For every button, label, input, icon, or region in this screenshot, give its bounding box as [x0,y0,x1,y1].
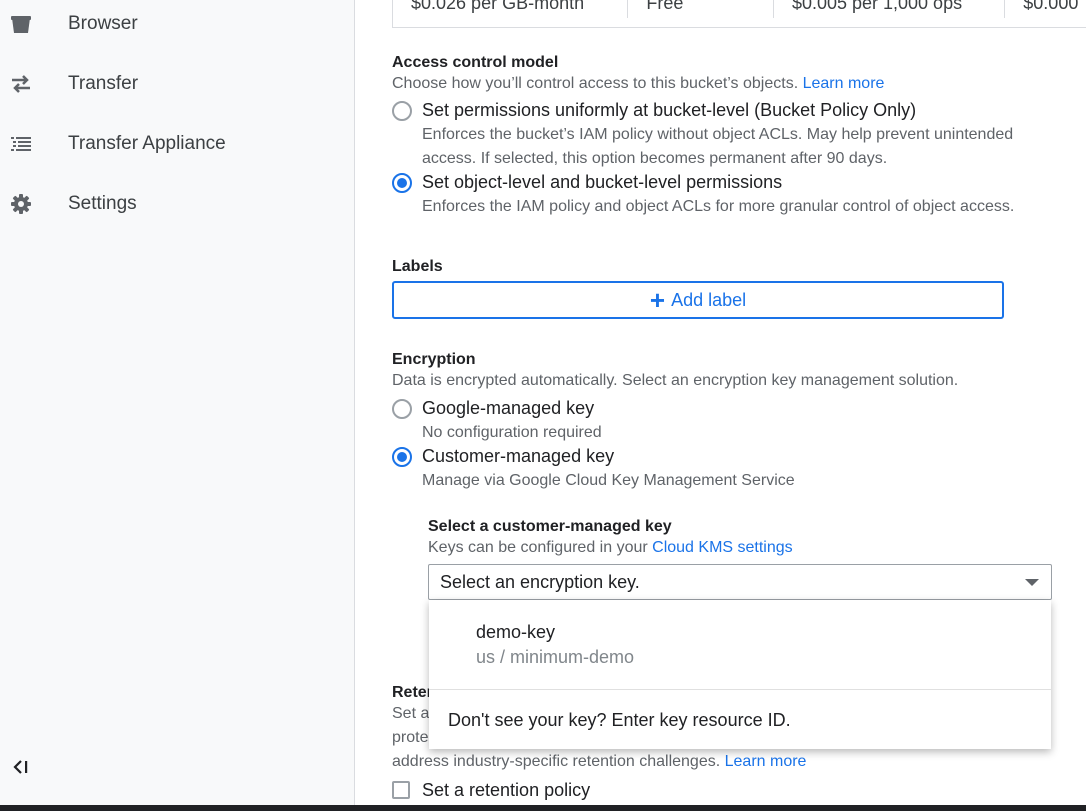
enter-key-resource-id-option[interactable]: Don't see your key? Enter key resource I… [448,710,791,731]
encryption-key-select[interactable]: Select an encryption key. [428,564,1052,600]
retention-description-line: Set a [392,705,430,722]
option-customer-managed-key-label[interactable]: Customer-managed key [422,446,614,467]
option-object-and-bucket-level-label[interactable]: Set object-level and bucket-level permis… [422,172,782,193]
option-object-and-bucket-level-description: Enforces the IAM policy and object ACLs … [422,198,1015,215]
cmk-description: Keys can be configured in your Cloud KMS… [428,539,793,556]
gear-icon [10,193,32,215]
encryption-description: Data is encrypted automatically. Select … [392,372,959,389]
sidebar-item-settings[interactable]: Settings [0,174,355,234]
option-bucket-policy-only-description: Enforces the bucket’s IAM policy without… [422,126,1014,167]
sidebar-item-label: Browser [68,13,138,34]
dropdown-option-demo-key[interactable]: demo-key us / minimum-demo [429,600,1051,690]
access-control-title: Access control model [392,54,559,71]
option-google-managed-key-description: No configuration required [422,424,602,441]
encryption-title: Encryption [392,351,476,368]
sidebar-item-transfer-appliance[interactable]: Transfer Appliance [0,114,355,174]
option-google-managed-key-label[interactable]: Google-managed key [422,398,594,419]
radio-bucket-policy-only[interactable] [392,101,412,121]
retention-learn-more-link[interactable]: Learn more [725,753,807,770]
list-icon [10,133,32,155]
retention-policy-label[interactable]: Set a retention policy [422,780,590,801]
dropdown-option-location: us / minimum-demo [476,647,635,667]
retention-title: Reter [392,684,433,701]
pricing-cell: $0.026 per GB-month [393,0,629,18]
labels-title: Labels [392,258,443,275]
sidebar-item-label: Transfer Appliance [68,133,226,154]
transfer-arrows-icon [10,73,32,95]
cloud-kms-settings-link[interactable]: Cloud KMS settings [652,539,793,556]
retention-policy-checkbox[interactable] [392,781,410,799]
retention-description: address industry-specific retention chal… [392,753,807,770]
pricing-cell: $0.000 [1023,0,1079,13]
access-control-description: Choose how you’ll control access to this… [392,75,885,92]
cmk-title: Select a customer-managed key [428,518,672,535]
caret-down-icon [1025,579,1039,586]
option-customer-managed-key-description: Manage via Google Cloud Key Management S… [422,472,795,489]
bottom-bar [0,805,1086,811]
option-bucket-policy-only-label[interactable]: Set permissions uniformly at bucket-leve… [422,100,916,121]
sidebar-item-label: Settings [68,193,137,214]
dropdown-option-name: demo-key [476,622,556,642]
encryption-key-dropdown: demo-key us / minimum-demo Don't see you… [429,600,1051,749]
add-label-button[interactable]: + Add label [392,281,1004,319]
add-label-button-text: Add label [671,289,747,310]
plus-icon: + [649,285,666,315]
access-control-learn-more-link[interactable]: Learn more [803,75,885,92]
sidebar: Browser Transfer Transfer Appliance Sett… [0,0,355,811]
sidebar-item-transfer[interactable]: Transfer [0,54,355,114]
bucket-icon [10,13,32,35]
pricing-cell: $0.005 per 1,000 ops [774,0,1006,18]
radio-object-and-bucket-level[interactable] [392,173,412,193]
radio-customer-managed-key[interactable] [392,447,412,467]
encryption-key-select-value: Select an encryption key. [440,571,640,592]
pricing-table-row: $0.026 per GB-month Free $0.005 per 1,00… [392,0,1086,28]
radio-google-managed-key[interactable] [392,399,412,419]
collapse-left-icon[interactable] [10,756,32,778]
sidebar-item-label: Transfer [68,73,139,94]
retention-description-line: prote [392,729,429,746]
pricing-cell: Free [628,0,774,18]
sidebar-item-browser[interactable]: Browser [0,0,355,54]
